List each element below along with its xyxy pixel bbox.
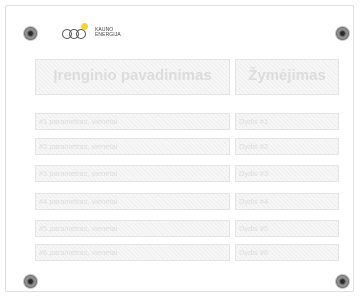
param-value-4: Dydis #4 (235, 193, 339, 210)
param-label-6: #6 parametras, vienetai (35, 244, 230, 261)
device-name-field: Įrenginio pavadinimas (35, 59, 230, 95)
param-value-6: Dydis #6 (235, 244, 339, 261)
param-value-2: Dydis #2 (235, 138, 339, 155)
param-label-5: #5 parametras, vienetai (35, 220, 230, 237)
logo-line-2: ENERGIJA (95, 32, 121, 38)
param-label-2: #2 parametras, vienetai (35, 138, 230, 155)
kauno-energija-logo: KAUNO ENERGIJA (62, 22, 121, 40)
screw-icon-top-right (336, 27, 349, 40)
param-value-1: Dydis #1 (235, 113, 339, 130)
screw-icon-top-left (24, 27, 37, 40)
param-value-3: Dydis #3 (235, 165, 339, 182)
param-label-1: #1 parametras, vienetai (35, 113, 230, 130)
logo-text: KAUNO ENERGIJA (95, 27, 121, 39)
logo-sun-icon (81, 22, 88, 30)
param-label-4: #4 parametras, vienetai (35, 193, 230, 210)
screw-icon-bottom-right (336, 275, 349, 288)
param-label-3: #3 parametras, vienetai (35, 165, 230, 182)
screw-icon-bottom-left (24, 275, 37, 288)
logo-rings-icon (62, 22, 92, 39)
param-value-5: Dydis #5 (235, 220, 339, 237)
marking-field: Žymėjimas (235, 59, 339, 95)
